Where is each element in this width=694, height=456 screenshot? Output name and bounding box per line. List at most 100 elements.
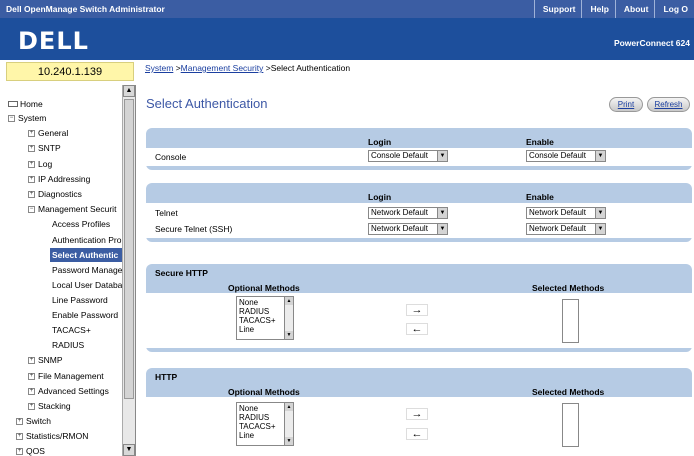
nav-general[interactable]: + General <box>28 126 68 140</box>
nav-password-management[interactable]: Password Manage <box>52 263 122 277</box>
expand-icon[interactable]: + <box>16 432 23 440</box>
scroll-down-icon[interactable]: ▼ <box>285 331 293 339</box>
secure-http-selected-list[interactable] <box>562 299 579 343</box>
http-row <box>146 397 692 456</box>
scroll-down-icon[interactable]: ▼ <box>285 437 293 445</box>
list-scrollbar[interactable]: ▲ ▼ <box>284 403 293 445</box>
support-link[interactable]: Support <box>533 0 582 18</box>
nav-statistics[interactable]: + Statistics/RMON <box>16 429 88 443</box>
nav-label: Select Authentic <box>52 250 119 260</box>
ssh-label: Secure Telnet (SSH) <box>155 224 233 234</box>
optional-methods-header: Optional Methods <box>228 283 300 293</box>
refresh-button[interactable]: Refresh <box>647 97 690 112</box>
secure-http-optional-list[interactable]: None RADIUS TACACS+ Line ▲ ▼ <box>236 296 294 340</box>
nav-local-user-database[interactable]: Local User Databa <box>52 278 122 292</box>
console-enable-select[interactable]: Console Default ▼ <box>526 150 606 162</box>
nav-enable-password[interactable]: Enable Password <box>52 308 118 322</box>
list-scrollbar[interactable]: ▲ ▼ <box>284 297 293 339</box>
logout-link[interactable]: Log O <box>654 0 694 18</box>
nav-line-password[interactable]: Line Password <box>52 293 108 307</box>
telnet-login-select[interactable]: Network Default ▼ <box>368 207 448 219</box>
nav-file-management[interactable]: + File Management <box>28 369 104 383</box>
nav-label: SNMP <box>38 355 63 365</box>
nav-mgmt-security[interactable]: − Management Securit <box>28 202 116 216</box>
collapse-icon[interactable]: − <box>8 114 15 122</box>
nav-scrollbar[interactable]: ▲ ▼ <box>122 85 135 456</box>
remove-method-button[interactable]: ← <box>406 323 428 335</box>
expand-icon[interactable]: + <box>28 372 35 380</box>
nav-ip-addressing[interactable]: + IP Addressing <box>28 172 90 186</box>
print-button[interactable]: Print <box>609 97 643 112</box>
about-link[interactable]: About <box>614 0 655 18</box>
nav-sntp[interactable]: + SNTP <box>28 141 61 155</box>
top-bar: Dell OpenManage Switch Administrator Sup… <box>0 0 694 18</box>
remove-method-button[interactable]: ← <box>406 428 428 440</box>
breadcrumb-system[interactable]: System <box>145 63 173 73</box>
expand-icon[interactable]: + <box>16 417 23 425</box>
expand-icon[interactable]: + <box>28 160 35 168</box>
brand-bar: DELL PowerConnect 624 <box>0 18 694 60</box>
chevron-down-icon[interactable]: ▼ <box>595 224 605 234</box>
expand-icon[interactable]: + <box>28 387 35 395</box>
home-icon <box>8 101 18 107</box>
expand-icon[interactable]: + <box>28 129 35 137</box>
ssh-login-select[interactable]: Network Default ▼ <box>368 223 448 235</box>
nav-advanced-settings[interactable]: + Advanced Settings <box>28 384 109 398</box>
scroll-up-icon[interactable]: ▲ <box>285 403 293 411</box>
top-links: Support Help About Log O <box>533 0 694 18</box>
telnet-label: Telnet <box>155 208 178 218</box>
secure-http-title: Secure HTTP <box>155 268 208 278</box>
nav-access-profiles[interactable]: Access Profiles <box>52 217 110 231</box>
http-selected-list[interactable] <box>562 403 579 447</box>
chevron-down-icon[interactable]: ▼ <box>437 208 447 218</box>
help-link[interactable]: Help <box>581 0 614 18</box>
chevron-down-icon[interactable]: ▼ <box>595 208 605 218</box>
expand-icon[interactable]: + <box>28 175 35 183</box>
scroll-up-icon[interactable]: ▲ <box>123 85 135 97</box>
app-title: Dell OpenManage Switch Administrator <box>6 4 165 14</box>
selected-methods-header: Selected Methods <box>532 387 605 397</box>
select-value: Network Default <box>529 208 586 217</box>
nav-stacking[interactable]: + Stacking <box>28 399 71 413</box>
col-enable-header: Enable <box>526 137 554 147</box>
secure-http-panel: Secure HTTP Optional Methods Selected Me… <box>146 264 692 352</box>
nav-system[interactable]: − System <box>8 111 46 125</box>
nav-tacacs[interactable]: TACACS+ <box>52 323 91 337</box>
expand-icon[interactable]: + <box>16 447 23 455</box>
nav-label: Line Password <box>52 295 108 305</box>
nav-home[interactable]: Home <box>8 97 43 111</box>
expand-icon[interactable]: + <box>28 402 35 410</box>
nav-radius[interactable]: RADIUS <box>52 338 84 352</box>
chevron-down-icon[interactable]: ▼ <box>437 224 447 234</box>
add-method-button[interactable]: → <box>406 304 428 316</box>
chevron-down-icon[interactable]: ▼ <box>437 151 447 161</box>
scroll-down-icon[interactable]: ▼ <box>123 444 135 456</box>
chevron-down-icon[interactable]: ▼ <box>595 151 605 161</box>
nav-qos[interactable]: + QOS <box>16 444 45 456</box>
nav-label: Diagnostics <box>38 189 82 199</box>
select-value: Network Default <box>529 224 586 233</box>
scroll-thumb[interactable] <box>124 99 134 399</box>
breadcrumb-mgmt-security[interactable]: Management Security <box>181 63 264 73</box>
http-optional-list[interactable]: None RADIUS TACACS+ Line ▲ ▼ <box>236 402 294 446</box>
expand-icon[interactable]: + <box>28 190 35 198</box>
add-method-button[interactable]: → <box>406 408 428 420</box>
nav-label: Enable Password <box>52 310 119 320</box>
select-value: Network Default <box>371 224 428 233</box>
nav-snmp[interactable]: + SNMP <box>28 353 63 367</box>
scroll-up-icon[interactable]: ▲ <box>285 297 293 305</box>
nav-label: General <box>38 128 69 138</box>
console-login-select[interactable]: Console Default ▼ <box>368 150 448 162</box>
nav-switch[interactable]: + Switch <box>16 414 51 428</box>
nav-log[interactable]: + Log <box>28 157 52 171</box>
expand-icon[interactable]: + <box>28 356 35 364</box>
nav-select-authentication[interactable]: Select Authentic <box>50 248 123 262</box>
ssh-enable-select[interactable]: Network Default ▼ <box>526 223 606 235</box>
nav-label: SNTP <box>38 143 61 153</box>
expand-icon[interactable]: + <box>28 144 35 152</box>
collapse-icon[interactable]: − <box>28 205 35 213</box>
nav-authentication-profiles[interactable]: Authentication Pro <box>52 233 121 247</box>
telnet-enable-select[interactable]: Network Default ▼ <box>526 207 606 219</box>
nav-diagnostics[interactable]: + Diagnostics <box>28 187 82 201</box>
nav-label: Access Profiles <box>52 219 111 229</box>
